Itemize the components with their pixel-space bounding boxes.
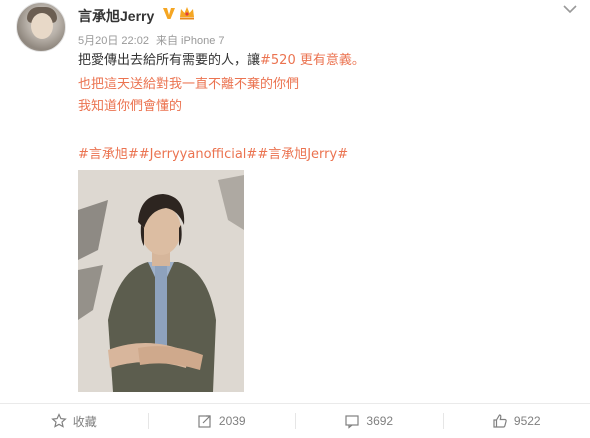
post-source: 来自 iPhone 7 [156,35,225,47]
avatar-face [31,13,53,39]
repost-icon [198,415,211,428]
star-icon [50,413,67,428]
post-text-line-2: 也把這天送給對我一直不離不棄的你們 [78,77,300,92]
comment-button[interactable]: 3692 [295,404,443,438]
repost-count: 2039 [218,414,246,428]
hashtag-520-link[interactable]: #520 更有意義。 [260,53,365,68]
avatar[interactable] [16,2,66,52]
verified-v-icon [163,8,175,19]
vip-crown-icon [180,7,194,20]
username[interactable]: 言承旭Jerry [78,6,154,26]
post-date[interactable]: 5月20日 22:02 [78,35,149,47]
post-photo[interactable] [78,170,244,392]
post-text-prefix: 把愛傳出去給所有需要的人，讓 [78,53,261,68]
like-button[interactable]: 9522 [442,404,590,438]
comment-icon [345,415,359,429]
thumbs-up-icon [493,414,507,428]
post-text-line-1: 把愛傳出去給所有需要的人，讓#520 更有意義。 [78,52,365,70]
post-text-line-3: 我知道你們會懂的 [78,99,183,114]
repost-button[interactable]: 2039 [147,404,296,438]
chevron-down-icon[interactable] [563,4,577,14]
hashtag-links[interactable]: #言承旭##Jerryyanofficial##言承旭Jerry# [78,146,348,164]
post-meta: 5月20日 22:02 来自 iPhone 7 [78,32,228,48]
favorite-label: 收藏 [72,414,97,429]
favorite-button[interactable]: 收藏 [0,404,148,438]
action-bar: 收藏 2039 3692 9522 [0,404,590,438]
comment-count: 3692 [366,414,394,428]
weibo-post: 言承旭Jerry 5月20日 22:02 来自 iPhone 7 把愛傳出去給所… [0,0,590,438]
photo-illustration [78,170,244,392]
like-count: 9522 [513,414,541,428]
